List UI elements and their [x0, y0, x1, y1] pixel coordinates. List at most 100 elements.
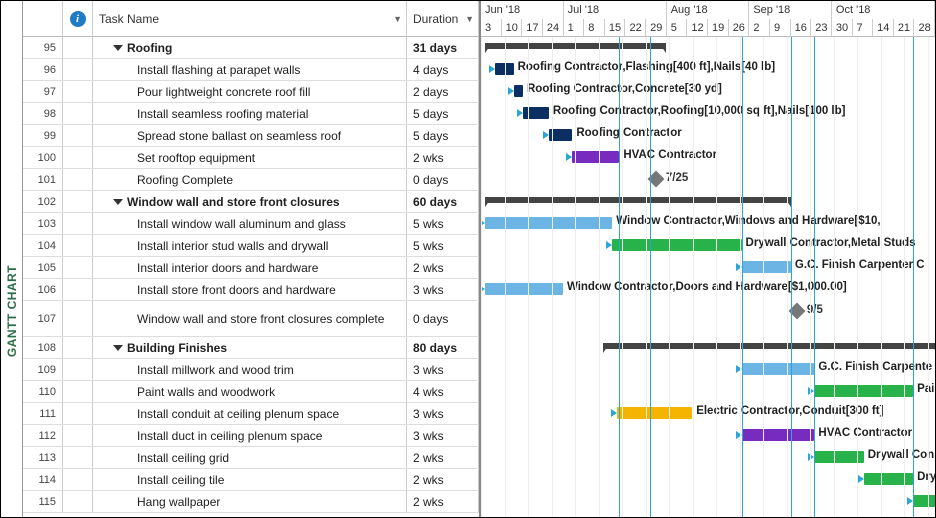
task-bar[interactable]: [617, 407, 692, 419]
chevron-down-icon: ▼: [393, 14, 402, 24]
task-bar[interactable]: [742, 429, 815, 441]
task-bar-label: Dryw: [917, 471, 935, 483]
row-name: Install window wall aluminum and glass: [93, 213, 407, 234]
table-row[interactable]: 113Install ceiling grid2 wks: [23, 447, 479, 469]
task-bar[interactable]: [742, 261, 791, 273]
table-row[interactable]: 99Spread stone ballast on seamless roof5…: [23, 125, 479, 147]
table-row[interactable]: 100Set rooftop equipment2 wks: [23, 147, 479, 169]
gantt-row: HVAC Contractor: [481, 425, 935, 447]
row-info: [63, 491, 93, 512]
row-duration: 2 wks: [407, 469, 479, 490]
month-label: Jun '18: [481, 1, 564, 19]
table-row[interactable]: 96Install flashing at parapet walls4 day…: [23, 59, 479, 81]
day-label: 8: [584, 19, 605, 37]
task-bar-label: Window Contractor,Doors and Hardware[$1,…: [567, 281, 847, 293]
summary-bar[interactable]: [485, 197, 791, 203]
gantt-row: Paint: [481, 491, 935, 513]
row-name: Install interior doors and hardware: [93, 257, 407, 278]
row-duration: 3 wks: [407, 359, 479, 380]
table-row[interactable]: 105Install interior doors and hardware2 …: [23, 257, 479, 279]
task-bar[interactable]: [523, 107, 549, 119]
collapse-icon[interactable]: [113, 345, 123, 351]
col-task-name[interactable]: Task Name ▼: [93, 1, 407, 36]
gantt-body: Roofing Contractor,Flashing[400 ft],Nail…: [481, 37, 935, 517]
row-duration: 0 days: [407, 301, 479, 336]
table-row[interactable]: 115Hang wallpaper2 wks: [23, 491, 479, 513]
task-bar[interactable]: [742, 363, 815, 375]
date-line: [742, 37, 743, 517]
gantt-row: [481, 191, 935, 213]
link-arrow-icon: [508, 87, 514, 95]
task-bar[interactable]: [572, 151, 619, 163]
table-row[interactable]: 114Install ceiling tile2 wks: [23, 469, 479, 491]
table-row[interactable]: 108Building Finishes80 days: [23, 337, 479, 359]
table-row[interactable]: 97Pour lightweight concrete roof fill2 d…: [23, 81, 479, 103]
row-info: [63, 301, 93, 336]
col-info[interactable]: i: [63, 1, 93, 36]
link-arrow-icon: [517, 109, 523, 117]
gantt-area[interactable]: Jun '18Jul '18Aug '18Sep '18Oct '18 3101…: [481, 1, 935, 517]
task-bar[interactable]: [913, 495, 935, 507]
gantt-row: G.C. Finish Carpente: [481, 359, 935, 381]
row-duration: 3 wks: [407, 403, 479, 424]
table-row[interactable]: 106Install store front doors and hardwar…: [23, 279, 479, 301]
task-bar-label: Drywall Con: [868, 449, 934, 461]
day-label: 9: [770, 19, 791, 37]
gantt-row: Roofing Contractor,Concrete[30 yd]: [481, 81, 935, 103]
gantt-row: G.C. Finish Carpenter C: [481, 257, 935, 279]
task-bar[interactable]: [864, 473, 913, 485]
collapse-icon[interactable]: [113, 45, 123, 51]
row-duration: 3 wks: [407, 425, 479, 446]
row-duration: 2 days: [407, 81, 479, 102]
table-row[interactable]: 103Install window wall aluminum and glas…: [23, 213, 479, 235]
table-row[interactable]: 111Install conduit at ceiling plenum spa…: [23, 403, 479, 425]
col-duration[interactable]: Duration ▼: [407, 1, 479, 36]
month-label: Jul '18: [564, 1, 667, 19]
table-row[interactable]: 102Window wall and store front closures6…: [23, 191, 479, 213]
table-row[interactable]: 101Roofing Complete0 days: [23, 169, 479, 191]
row-duration: 2 wks: [407, 447, 479, 468]
table-row[interactable]: 104Install interior stud walls and drywa…: [23, 235, 479, 257]
table-row[interactable]: 110Paint walls and woodwork4 wks: [23, 381, 479, 403]
collapse-icon[interactable]: [113, 199, 123, 205]
chevron-down-icon: ▼: [465, 14, 474, 24]
row-duration: 80 days: [407, 337, 479, 358]
table-row[interactable]: 95Roofing31 days: [23, 37, 479, 59]
table-row[interactable]: 112Install duct in ceiling plenum space3…: [23, 425, 479, 447]
row-name: Install duct in ceiling plenum space: [93, 425, 407, 446]
table-row[interactable]: 107Window wall and store front closures …: [23, 301, 479, 337]
task-bar[interactable]: [514, 85, 523, 97]
row-info: [63, 403, 93, 424]
table-body: 95Roofing31 days96Install flashing at pa…: [23, 37, 479, 513]
task-bar-label: Electric Contractor,Conduit[300 ft]: [696, 405, 883, 417]
row-duration: 4 wks: [407, 381, 479, 402]
row-id: 95: [23, 37, 63, 58]
info-icon: i: [70, 11, 86, 27]
gantt-row: Window Contractor,Doors and Hardware[$1,…: [481, 279, 935, 301]
table-row[interactable]: 98Install seamless roofing material5 day…: [23, 103, 479, 125]
task-bar[interactable]: [612, 239, 741, 251]
month-row: Jun '18Jul '18Aug '18Sep '18Oct '18: [481, 1, 935, 19]
row-info: [63, 191, 93, 212]
day-label: 22: [625, 19, 646, 37]
summary-bar[interactable]: [603, 343, 935, 349]
date-line: [791, 37, 792, 517]
day-label: 26: [729, 19, 750, 37]
gantt-row: Roofing Contractor: [481, 125, 935, 147]
row-name: Hang wallpaper: [93, 491, 407, 512]
day-label: 7: [853, 19, 874, 37]
row-name: Install millwork and wood trim: [93, 359, 407, 380]
day-label: 10: [502, 19, 523, 37]
row-info: [63, 279, 93, 300]
col-id[interactable]: [23, 1, 63, 36]
row-id: 101: [23, 169, 63, 190]
row-id: 114: [23, 469, 63, 490]
row-id: 102: [23, 191, 63, 212]
table-row[interactable]: 109Install millwork and wood trim3 wks: [23, 359, 479, 381]
gantt-row: HVAC Contractor: [481, 147, 935, 169]
col-duration-label: Duration: [413, 12, 458, 26]
date-line: [650, 37, 651, 517]
gantt-row: Paint: [481, 381, 935, 403]
gantt-row: Roofing Contractor,Flashing[400 ft],Nail…: [481, 59, 935, 81]
task-bar[interactable]: [814, 385, 913, 397]
